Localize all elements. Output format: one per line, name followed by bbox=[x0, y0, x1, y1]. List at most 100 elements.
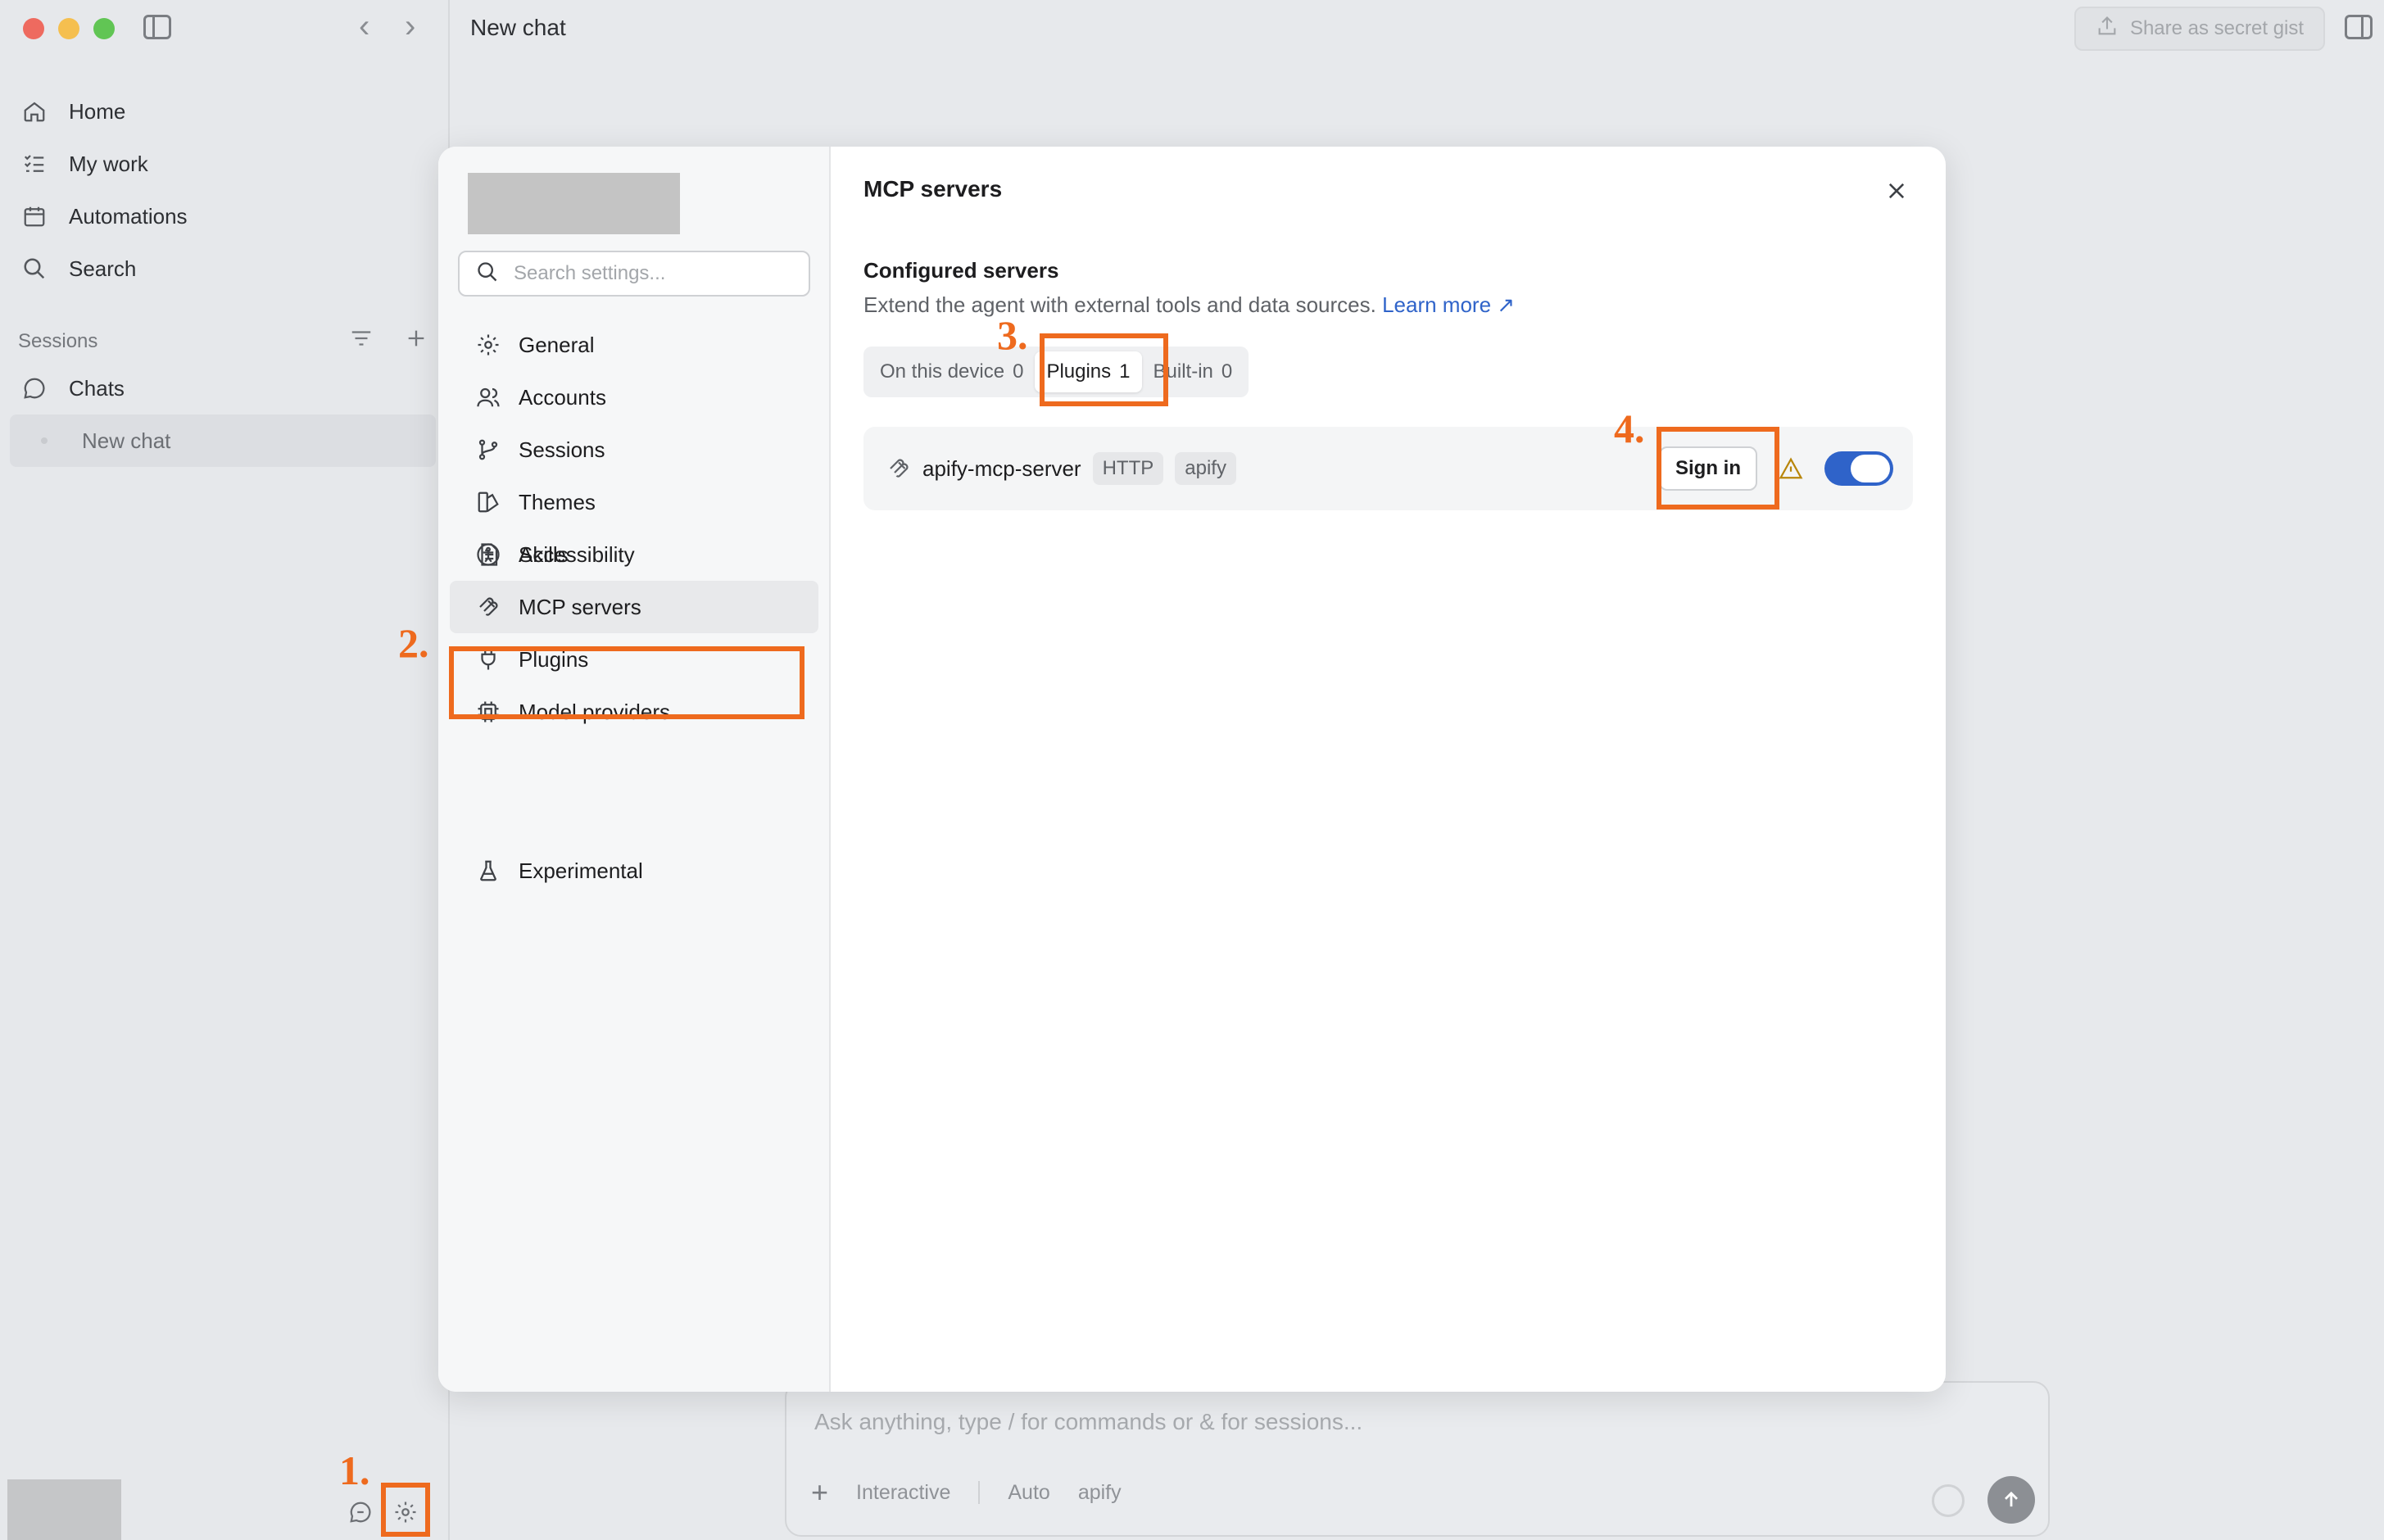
search-icon bbox=[476, 260, 499, 288]
tab-count: 0 bbox=[1013, 360, 1024, 383]
sidebar-item-label: Automations bbox=[69, 203, 188, 229]
back-arrow-icon[interactable]: ‹ bbox=[359, 10, 369, 43]
settings-nav-group-3: Experimental bbox=[450, 845, 818, 897]
search-icon bbox=[20, 254, 49, 283]
settings-item-label: Sessions bbox=[519, 437, 605, 462]
arrow-up-icon bbox=[2005, 1491, 2018, 1507]
sidebar-toggle-icon[interactable] bbox=[143, 15, 171, 39]
close-window-button[interactable] bbox=[23, 18, 44, 39]
sidebar-item-automations[interactable]: Automations bbox=[10, 190, 436, 242]
sidebar-item-search[interactable]: Search bbox=[10, 242, 436, 295]
settings-item-skills[interactable]: Skills bbox=[450, 528, 818, 581]
settings-modal: General Accounts Sessions Themes Accessi… bbox=[438, 147, 1946, 1392]
page-title: New chat bbox=[470, 15, 566, 40]
sidebar-item-label: Search bbox=[69, 256, 137, 281]
settings-item-label: Themes bbox=[519, 489, 596, 514]
section-title: Configured servers bbox=[863, 258, 1059, 283]
filter-icon[interactable] bbox=[349, 326, 374, 356]
composer: Ask anything, type / for commands or & f… bbox=[785, 1381, 2050, 1537]
context-selector[interactable]: apify bbox=[1078, 1481, 1122, 1505]
divider bbox=[978, 1481, 981, 1504]
logo bbox=[468, 173, 680, 234]
window-controls bbox=[23, 18, 115, 39]
tab-count: 0 bbox=[1221, 360, 1233, 383]
description-text: Extend the agent with external tools and… bbox=[863, 292, 1376, 317]
chat-title: New chat bbox=[82, 428, 171, 453]
settings-item-accounts[interactable]: Accounts bbox=[450, 371, 818, 424]
step-4-label: 4. bbox=[1614, 405, 1645, 451]
mode-selector[interactable]: Interactive bbox=[856, 1481, 950, 1505]
transport-badge: HTTP bbox=[1092, 452, 1164, 485]
settings-item-general[interactable]: General bbox=[450, 319, 818, 371]
server-name: apify-mcp-server bbox=[922, 455, 1081, 481]
settings-item-sessions[interactable]: Sessions bbox=[450, 424, 818, 476]
search-input[interactable] bbox=[514, 262, 792, 285]
calendar-icon bbox=[20, 202, 49, 231]
panel-title: MCP servers bbox=[863, 176, 1003, 202]
branch-icon bbox=[474, 436, 502, 464]
settings-sidebar: General Accounts Sessions Themes Accessi… bbox=[438, 147, 831, 1392]
composer-input[interactable]: Ask anything, type / for commands or & f… bbox=[814, 1409, 1362, 1435]
zoom-window-button[interactable] bbox=[93, 18, 115, 39]
learn-more-link[interactable]: Learn more ↗ bbox=[1382, 292, 1515, 317]
model-selector[interactable]: Auto bbox=[1008, 1481, 1049, 1505]
sidebar-item-chats[interactable]: Chats bbox=[10, 362, 436, 414]
settings-item-label: Accounts bbox=[519, 384, 606, 410]
source-badge: apify bbox=[1175, 452, 1236, 485]
context-ring-icon bbox=[1932, 1484, 1965, 1517]
settings-search[interactable] bbox=[458, 251, 810, 297]
document-icon bbox=[474, 541, 502, 568]
minimize-window-button[interactable] bbox=[58, 18, 79, 39]
feedback-icon[interactable] bbox=[344, 1496, 377, 1529]
settings-item-mcp-servers[interactable]: MCP servers bbox=[450, 581, 818, 633]
warning-icon bbox=[1777, 455, 1805, 482]
chats-list: Chats New chat bbox=[10, 362, 436, 467]
sidebar-item-label: My work bbox=[69, 151, 148, 176]
right-panel-toggle-icon[interactable] bbox=[2345, 15, 2373, 39]
share-gist-button[interactable]: Share as secret gist bbox=[2074, 7, 2325, 51]
step-3-label: 3. bbox=[997, 312, 1028, 358]
settings-item-label: Skills bbox=[519, 541, 569, 567]
home-icon bbox=[20, 97, 49, 126]
settings-item-label: General bbox=[519, 332, 595, 357]
tab-label: On this device bbox=[880, 360, 1005, 383]
sidebar-item-label: Home bbox=[69, 98, 126, 124]
chat-bubble-icon bbox=[20, 374, 49, 403]
sessions-label: Sessions bbox=[18, 329, 98, 352]
users-icon bbox=[474, 383, 502, 411]
add-session-icon[interactable] bbox=[405, 327, 428, 356]
forward-arrow-icon[interactable]: › bbox=[405, 10, 415, 43]
status-dot bbox=[41, 437, 48, 444]
sidebar-item-home[interactable]: Home bbox=[10, 85, 436, 138]
add-attachment-icon[interactable]: + bbox=[811, 1478, 828, 1507]
settings-item-label: Experimental bbox=[519, 858, 643, 883]
share-gist-label: Share as secret gist bbox=[2129, 17, 2305, 39]
chat-item-new-chat[interactable]: New chat bbox=[10, 414, 436, 467]
checklist-icon bbox=[20, 149, 49, 179]
composer-toolbar: + Interactive Auto apify bbox=[811, 1478, 1122, 1507]
settings-item-label: MCP servers bbox=[519, 594, 641, 619]
step-1-highlight bbox=[381, 1483, 430, 1537]
server-enabled-toggle[interactable] bbox=[1824, 451, 1893, 486]
close-icon[interactable] bbox=[1880, 174, 1913, 207]
step-4-highlight bbox=[1657, 427, 1779, 510]
gear-icon bbox=[474, 331, 502, 359]
sidebar-item-my-work[interactable]: My work bbox=[10, 138, 436, 190]
step-2-label: 2. bbox=[398, 620, 429, 666]
sidebar: ‹ › Home My work Automations Search Sess… bbox=[0, 0, 450, 1540]
chats-label: Chats bbox=[69, 375, 125, 401]
sidebar-nav: Home My work Automations Search bbox=[10, 85, 436, 295]
avatar[interactable] bbox=[7, 1479, 121, 1540]
palette-icon bbox=[474, 488, 502, 516]
section-description: Extend the agent with external tools and… bbox=[863, 292, 1515, 318]
step-1-label: 1. bbox=[339, 1447, 370, 1493]
upload-icon bbox=[2096, 15, 2119, 43]
sessions-header: Sessions bbox=[18, 326, 428, 356]
step-2-highlight bbox=[449, 646, 804, 719]
flask-icon bbox=[474, 857, 502, 885]
send-button[interactable] bbox=[1987, 1476, 2035, 1524]
mcp-icon bbox=[474, 593, 502, 621]
step-3-highlight bbox=[1040, 333, 1168, 406]
settings-item-experimental[interactable]: Experimental bbox=[450, 845, 818, 897]
settings-item-themes[interactable]: Themes bbox=[450, 476, 818, 528]
